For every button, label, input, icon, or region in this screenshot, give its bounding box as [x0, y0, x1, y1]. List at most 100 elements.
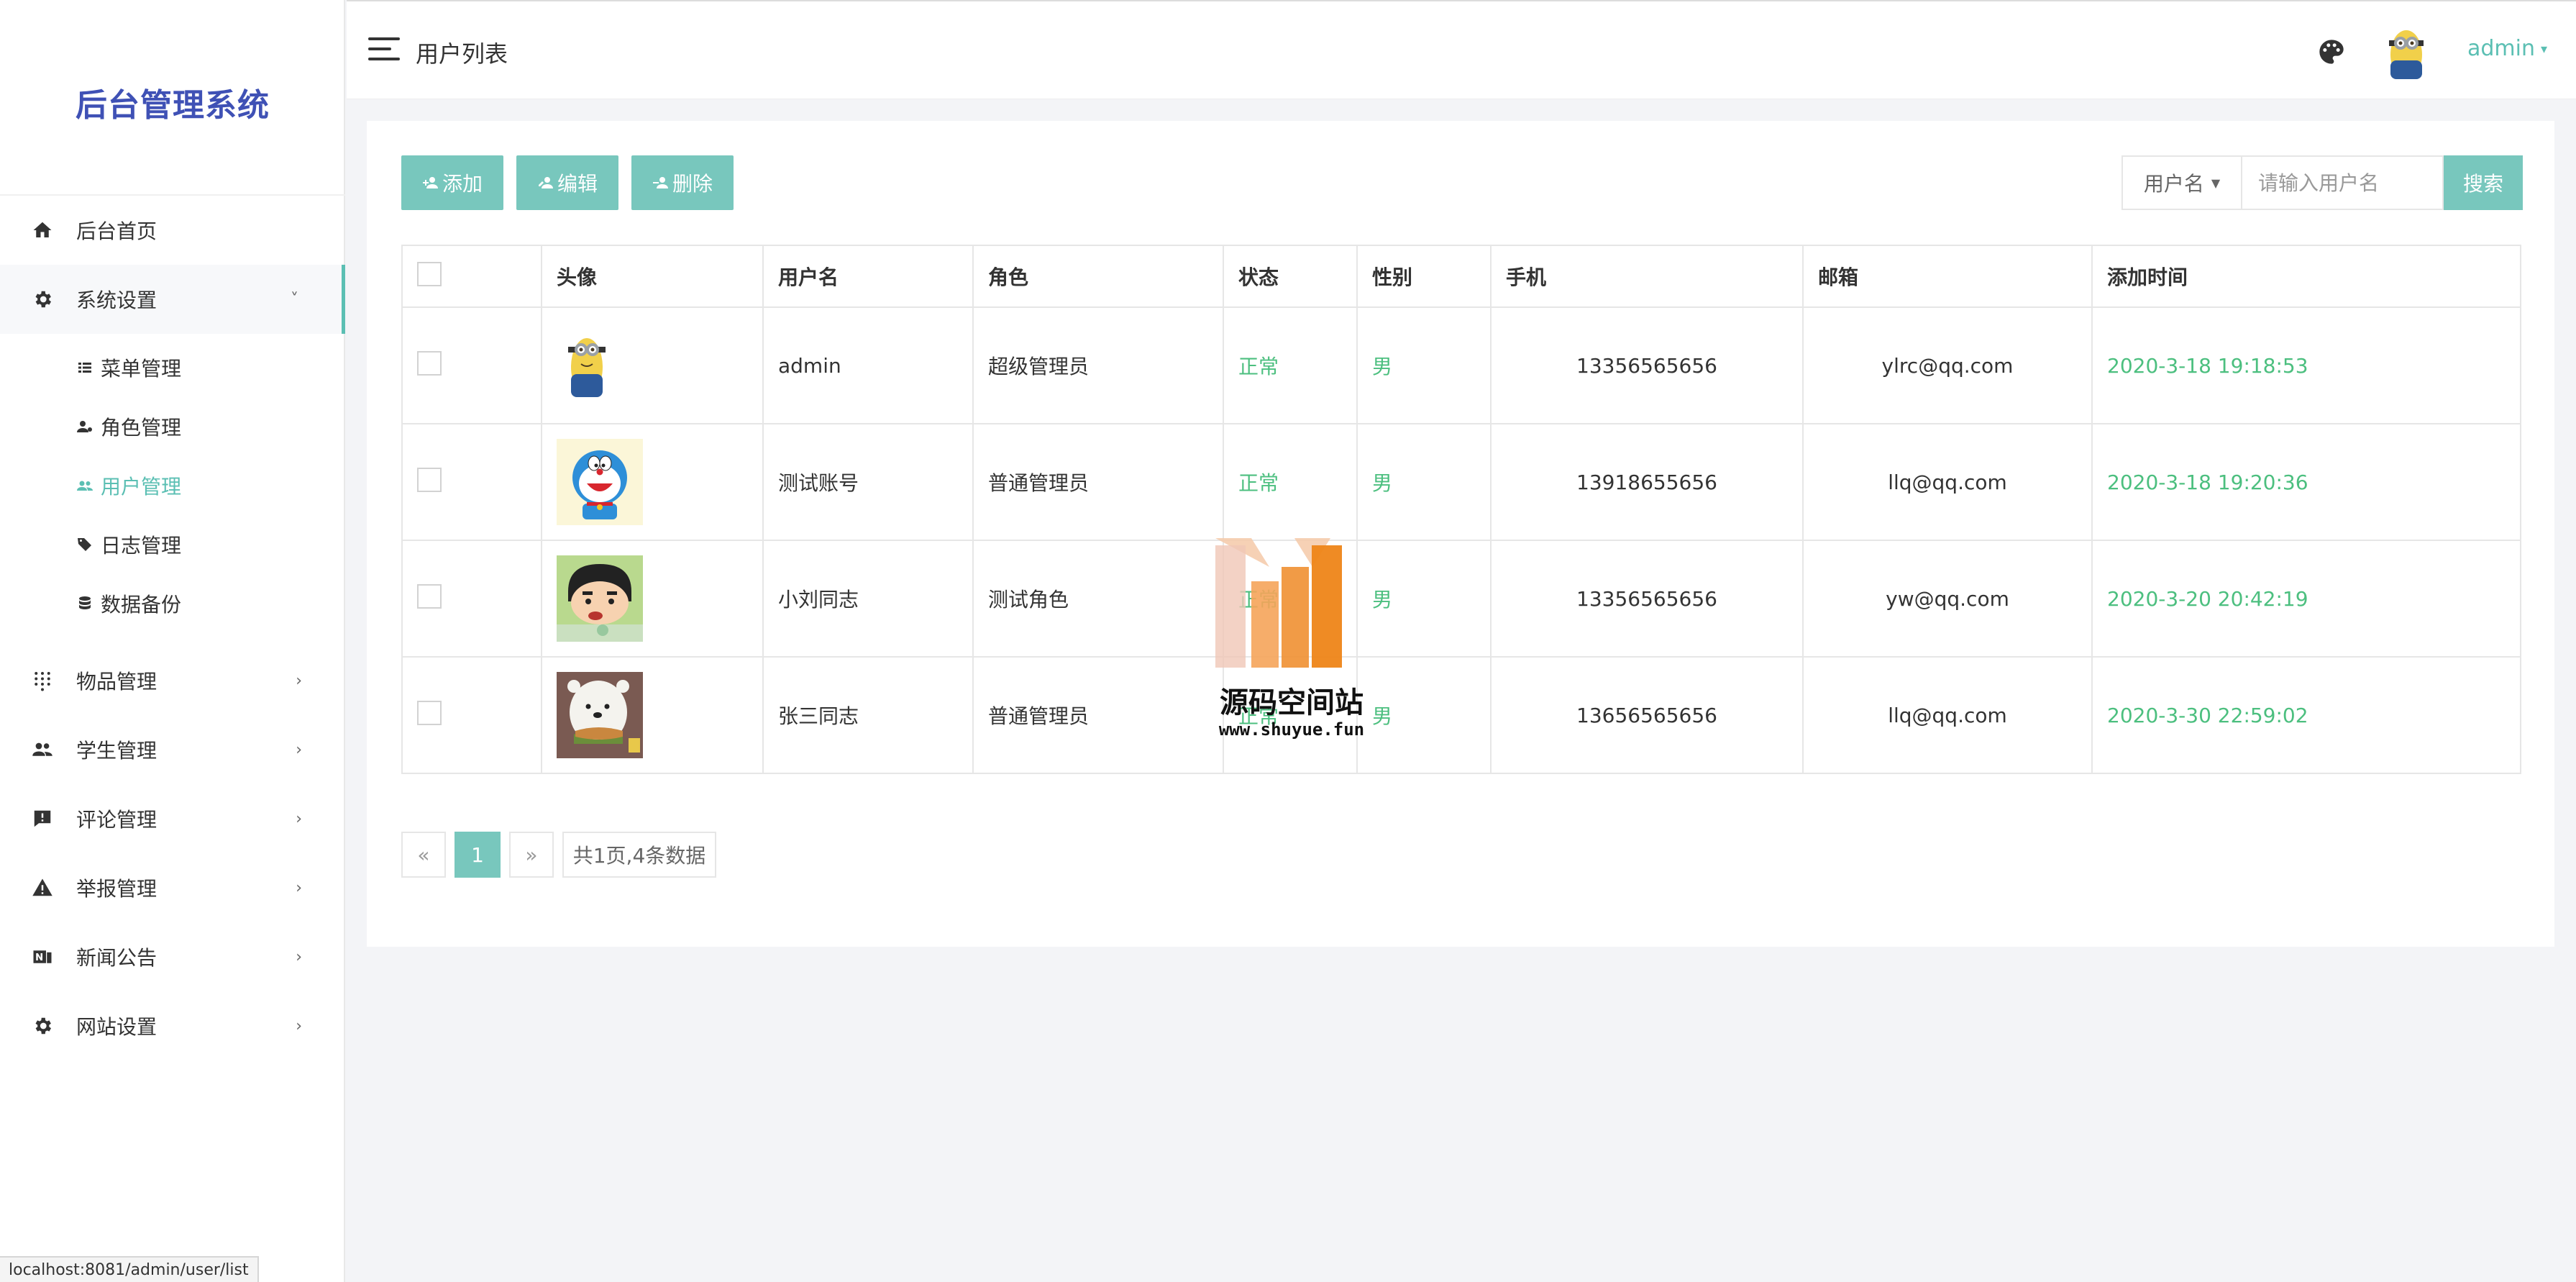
page-1-button[interactable]: 1 — [455, 832, 501, 878]
created-cell: 2020-3-18 19:20:36 — [2091, 423, 2521, 541]
chevron-down-icon: ˅ — [291, 290, 298, 309]
email-cell: llq@qq.com — [1802, 656, 2093, 774]
username-cell: 小刘同志 — [762, 540, 974, 658]
avatar-cell — [541, 423, 764, 541]
delete-button-label: 删除 — [672, 173, 713, 195]
add-button[interactable]: 添加 — [401, 155, 503, 210]
table-header-row: 头像 用户名 角色 状态 性别 手机 邮箱 添加时间 — [401, 245, 2521, 308]
select-all-checkbox[interactable] — [417, 261, 442, 286]
comment-icon — [30, 806, 55, 831]
table-row[interactable]: admin 超级管理员 正常 男 13356565656 ylrc@qq.com… — [401, 306, 2521, 424]
header-select-all[interactable] — [401, 245, 542, 308]
sidebar-nav: 后台首页 系统设置 ˅ 菜单管理 角色管理 用户管理 日志管理 数据备份 物品管… — [0, 196, 345, 1060]
page-info: 共1页,4条数据 — [562, 832, 716, 878]
edit-button[interactable]: 编辑 — [516, 155, 618, 210]
email-cell: llq@qq.com — [1802, 423, 2093, 541]
page-title: 用户列表 — [416, 40, 508, 68]
column-header: 性别 — [1356, 245, 1492, 308]
watermark-text: 源码空间站 — [1220, 686, 1364, 719]
username-label: admin — [2467, 36, 2535, 61]
sidebar-item-label: 后台首页 — [76, 219, 157, 243]
sidebar-item-menu-management[interactable]: 菜单管理 — [0, 338, 345, 397]
brand-title: 后台管理系统 — [76, 87, 270, 124]
row-checkbox[interactable] — [417, 583, 442, 609]
grid-dots-icon — [30, 668, 55, 693]
caret-down-icon: ▾ — [2540, 42, 2547, 57]
sidebar-item-site-settings[interactable]: 网站设置 › — [0, 991, 345, 1060]
column-header: 头像 — [541, 245, 764, 308]
avatar-ice-bear — [557, 672, 643, 758]
warning-icon — [30, 876, 55, 900]
phone-cell: 13356565656 — [1490, 540, 1804, 658]
search-field-select[interactable]: 用户名 ▼ — [2121, 155, 2241, 210]
delete-button[interactable]: 删除 — [631, 155, 734, 210]
sidebar-item-label: 菜单管理 — [101, 357, 182, 381]
edit-user-icon — [538, 177, 553, 188]
chevron-right-icon: › — [296, 1017, 302, 1035]
sidebar-item-label: 系统设置 — [76, 288, 157, 312]
database-icon — [76, 595, 98, 612]
list-icon — [76, 359, 98, 376]
sidebar-item-reports[interactable]: 举报管理 › — [0, 853, 345, 922]
sidebar-item-home[interactable]: 后台首页 — [0, 196, 345, 265]
search-field-label: 用户名 — [2143, 172, 2204, 196]
pagination: « 1 » 共1页,4条数据 — [401, 832, 725, 878]
search-input[interactable] — [2241, 155, 2444, 210]
add-user-icon — [422, 177, 438, 188]
tags-icon — [76, 536, 98, 553]
people-icon — [30, 737, 55, 762]
avatar-cell — [541, 306, 764, 424]
user-avatar[interactable] — [2379, 23, 2434, 81]
search-button[interactable]: 搜索 — [2444, 155, 2523, 210]
chevron-right-icon: › — [296, 740, 302, 759]
row-select-cell — [401, 423, 542, 541]
role-cell: 超级管理员 — [972, 306, 1224, 424]
sidebar-item-label: 网站设置 — [76, 1015, 157, 1039]
menu-toggle-icon[interactable] — [368, 37, 400, 63]
avatar-minion — [568, 338, 606, 397]
role-cell: 普通管理员 — [972, 423, 1224, 541]
home-icon — [30, 218, 55, 242]
prev-page-button[interactable]: « — [401, 832, 446, 878]
created-cell: 2020-3-30 22:59:02 — [2091, 656, 2521, 774]
caret-down-icon: ▼ — [2211, 176, 2221, 190]
sidebar-submenu: 菜单管理 角色管理 用户管理 日志管理 数据备份 — [0, 334, 345, 646]
sidebar-item-news[interactable]: 新闻公告 › — [0, 922, 345, 991]
username-cell: 测试账号 — [762, 423, 974, 541]
gender-cell: 男 — [1356, 423, 1492, 541]
table-row[interactable]: 测试账号 普通管理员 正常 男 13918655656 llq@qq.com 2… — [401, 423, 2521, 541]
sidebar-item-students[interactable]: 学生管理 › — [0, 715, 345, 784]
row-checkbox[interactable] — [417, 467, 442, 492]
status-cell: 正常 — [1223, 306, 1358, 424]
table-row[interactable]: 小刘同志 测试角色 正常 男 13356565656 yw@qq.com 202… — [401, 540, 2521, 658]
sidebar-item-comments[interactable]: 评论管理 › — [0, 784, 345, 853]
sidebar-item-data-backup[interactable]: 数据备份 — [0, 574, 345, 633]
role-cell: 普通管理员 — [972, 656, 1224, 774]
table-row[interactable]: 张三同志 普通管理员 正常 男 13656565656 llq@qq.com 2… — [401, 656, 2521, 774]
chevron-right-icon: › — [296, 947, 302, 966]
sidebar-item-label: 学生管理 — [76, 739, 157, 763]
sidebar-item-label: 物品管理 — [76, 670, 157, 694]
user-list-card: 添加 编辑 删除 用户名 ▼ 搜索 头像 用户名 角色 状态 性别 手机 — [367, 121, 2554, 947]
row-checkbox[interactable] — [417, 350, 442, 376]
phone-cell: 13656565656 — [1490, 656, 1804, 774]
created-cell: 2020-3-18 19:18:53 — [2091, 306, 2521, 424]
sidebar-item-log-management[interactable]: 日志管理 — [0, 515, 345, 574]
search-bar: 用户名 ▼ 搜索 — [2121, 155, 2523, 210]
user-menu[interactable]: admin ▾ — [2467, 36, 2547, 61]
chevron-right-icon: › — [296, 878, 302, 897]
column-header: 用户名 — [762, 245, 974, 308]
palette-icon[interactable] — [2317, 37, 2346, 66]
sidebar-item-goods[interactable]: 物品管理 › — [0, 646, 345, 715]
column-header: 角色 — [972, 245, 1224, 308]
created-cell: 2020-3-20 20:42:19 — [2091, 540, 2521, 658]
sidebar-item-label: 日志管理 — [101, 534, 182, 558]
sidebar-item-role-management[interactable]: 角色管理 — [0, 397, 345, 456]
row-checkbox[interactable] — [417, 700, 442, 725]
watermark-url: www.shuyue.fun — [1218, 719, 1365, 740]
sidebar-item-label: 角色管理 — [101, 416, 182, 440]
status-cell: 正常 — [1223, 423, 1358, 541]
sidebar-item-system-settings[interactable]: 系统设置 ˅ — [0, 265, 345, 334]
sidebar-item-user-management[interactable]: 用户管理 — [0, 456, 345, 515]
next-page-button[interactable]: » — [509, 832, 554, 878]
